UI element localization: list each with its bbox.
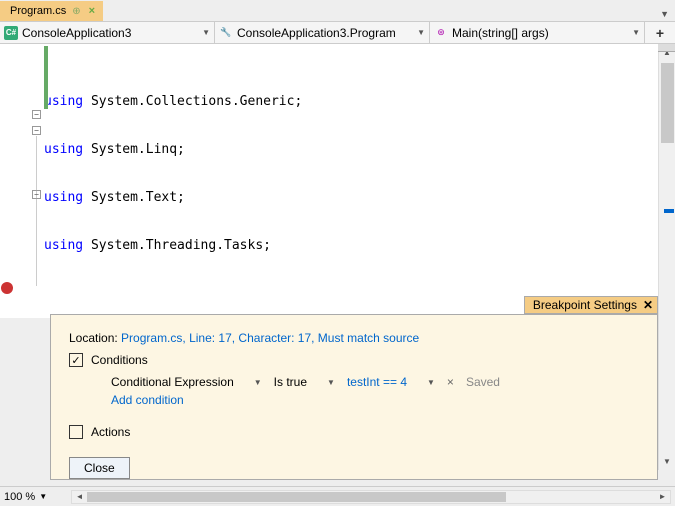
conditions-label: Conditions bbox=[91, 353, 148, 367]
method-icon: ⊛ bbox=[434, 26, 448, 40]
chevron-down-icon: ▼ bbox=[202, 28, 210, 37]
actions-checkbox[interactable] bbox=[69, 425, 83, 439]
close-button[interactable]: Close bbox=[69, 457, 130, 479]
scroll-down-arrow[interactable]: ▼ bbox=[659, 453, 675, 470]
vertical-scrollbar[interactable]: ▲ ▼ bbox=[658, 44, 675, 470]
chevron-down-icon: ▼ bbox=[427, 378, 435, 387]
nav-project-dropdown[interactable]: C# ConsoleApplication3 ▼ bbox=[0, 22, 215, 43]
saved-label: Saved bbox=[466, 375, 500, 389]
zoom-dropdown-icon[interactable]: ▼ bbox=[39, 492, 47, 501]
actions-checkbox-row: Actions bbox=[69, 425, 639, 439]
nav-member-label: Main(string[] args) bbox=[452, 26, 549, 40]
caret-position-marker bbox=[664, 209, 674, 213]
actions-label: Actions bbox=[91, 425, 130, 439]
scroll-thumb[interactable] bbox=[87, 492, 506, 502]
tab-filename: Program.cs bbox=[10, 5, 66, 17]
zoom-level[interactable]: 100 % bbox=[4, 491, 35, 503]
nav-class-dropdown[interactable]: 🔧 ConsoleApplication3.Program ▼ bbox=[215, 22, 430, 43]
scroll-left-arrow[interactable]: ◄ bbox=[72, 492, 87, 501]
csharp-icon: C# bbox=[4, 26, 18, 40]
file-tab[interactable]: Program.cs ⊕ × bbox=[0, 1, 103, 21]
remove-condition-icon[interactable]: × bbox=[447, 375, 454, 389]
plus-icon: + bbox=[656, 25, 664, 41]
chevron-down-icon: ▼ bbox=[417, 28, 425, 37]
breakpoint-marker[interactable] bbox=[1, 282, 13, 294]
tab-bar: Program.cs ⊕ × ▼ bbox=[0, 0, 675, 22]
nav-add-button[interactable]: + bbox=[645, 22, 675, 43]
location-label: Location: bbox=[69, 331, 121, 345]
breakpoint-gutter[interactable] bbox=[0, 44, 14, 318]
fold-toggle[interactable]: − bbox=[32, 190, 41, 199]
nav-project-label: ConsoleApplication3 bbox=[22, 26, 131, 40]
code-editor[interactable]: − − − using System.Collections.Generic; … bbox=[0, 44, 675, 318]
code-area[interactable]: using System.Collections.Generic; using … bbox=[44, 44, 675, 318]
add-condition-link[interactable]: Add condition bbox=[111, 393, 639, 407]
chevron-down-icon: ▼ bbox=[254, 378, 262, 387]
location-line: Location: Program.cs, Line: 17, Characte… bbox=[69, 331, 639, 345]
change-indicator bbox=[44, 46, 48, 109]
fold-toggle[interactable]: − bbox=[32, 126, 41, 135]
conditions-checkbox[interactable]: ✓ bbox=[69, 353, 83, 367]
nav-member-dropdown[interactable]: ⊛ Main(string[] args) ▼ bbox=[430, 22, 645, 43]
condition-row: Conditional Expression▼ Is true▼ testInt… bbox=[111, 375, 639, 389]
breakpoint-settings-panel: Breakpoint Settings ✕ Location: Program.… bbox=[0, 296, 658, 480]
navigation-bar: C# ConsoleApplication3 ▼ 🔧 ConsoleApplic… bbox=[0, 22, 675, 44]
nav-class-label: ConsoleApplication3.Program bbox=[237, 26, 396, 40]
location-link[interactable]: Program.cs, Line: 17, Character: 17, Mus… bbox=[121, 331, 419, 345]
split-handle[interactable] bbox=[658, 44, 675, 52]
condition-type-dropdown[interactable]: Conditional Expression▼ bbox=[111, 375, 262, 389]
fold-toggle[interactable]: − bbox=[32, 110, 41, 119]
fold-line bbox=[36, 136, 37, 286]
class-icon: 🔧 bbox=[219, 26, 233, 40]
condition-expression-field[interactable]: testInt == 4▼ bbox=[347, 375, 435, 389]
condition-eval-dropdown[interactable]: Is true▼ bbox=[274, 375, 335, 389]
horizontal-scrollbar[interactable]: ◄ ► bbox=[71, 490, 671, 504]
panel-close-icon[interactable]: ✕ bbox=[643, 298, 653, 312]
chevron-down-icon: ▼ bbox=[632, 28, 640, 37]
outline-column: − − − bbox=[14, 44, 44, 318]
tab-close-icon[interactable]: × bbox=[87, 5, 97, 17]
scroll-thumb[interactable] bbox=[661, 63, 674, 143]
pin-icon[interactable]: ⊕ bbox=[72, 6, 80, 17]
panel-body: Location: Program.cs, Line: 17, Characte… bbox=[50, 314, 658, 480]
status-bar: 100 % ▼ ◄ ► bbox=[0, 486, 675, 506]
panel-titlebar: Breakpoint Settings ✕ bbox=[524, 296, 658, 314]
chevron-down-icon: ▼ bbox=[327, 378, 335, 387]
tab-overflow-icon[interactable]: ▼ bbox=[654, 7, 675, 21]
conditions-checkbox-row: ✓ Conditions bbox=[69, 353, 639, 367]
scroll-right-arrow[interactable]: ► bbox=[655, 492, 670, 501]
panel-title-text: Breakpoint Settings bbox=[533, 298, 637, 312]
